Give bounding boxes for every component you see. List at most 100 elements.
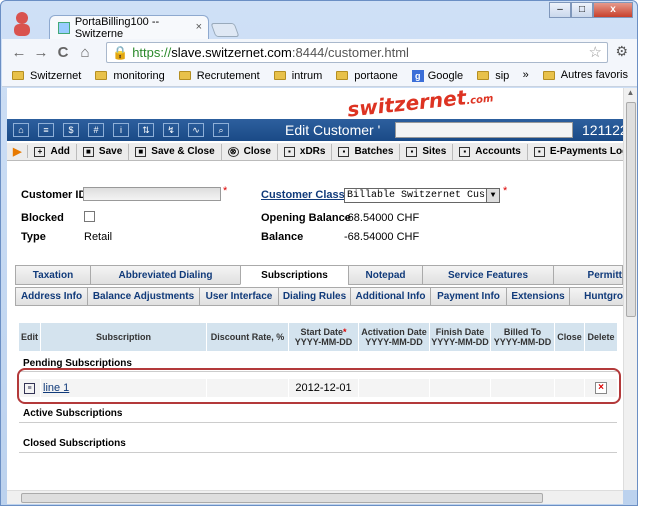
accounts-label: Accounts xyxy=(475,146,521,157)
user-avatar-icon xyxy=(14,12,30,36)
wrench-icon[interactable]: ⚙ xyxy=(615,43,628,60)
star-icon[interactable]: ☆ xyxy=(589,43,602,61)
dollar-nav-icon[interactable]: $ xyxy=(63,123,79,137)
folder-icon xyxy=(178,71,191,80)
bookmark-switzernet[interactable]: Switzernet xyxy=(12,70,81,82)
scroll-thumb[interactable] xyxy=(626,102,636,317)
customer-id-label: Customer ID xyxy=(21,189,87,201)
folder-icon xyxy=(273,71,286,80)
sites-icon: ▪ xyxy=(406,146,418,157)
tab-balance-adjustments[interactable]: Balance Adjustments xyxy=(87,287,200,306)
save-button[interactable]: ■ Save xyxy=(77,143,130,160)
scroll-up-icon[interactable]: ▲ xyxy=(624,88,637,102)
col-finish-date: Finish Date YYYY-MM-DD xyxy=(430,323,491,351)
page-title: Edit Customer ' xyxy=(285,122,381,138)
accounts-button[interactable]: ▪ Accounts xyxy=(453,143,528,160)
customer-class-link[interactable]: Customer Class xyxy=(261,189,345,201)
scroll-thumb[interactable] xyxy=(21,493,543,503)
list-nav-icon[interactable]: ≡ xyxy=(38,123,54,137)
tab-abbreviated-dialing[interactable]: Abbreviated Dialing xyxy=(90,265,241,285)
other-bookmarks[interactable]: Autres favoris xyxy=(561,69,628,81)
sites-button[interactable]: ▪ Sites xyxy=(400,143,454,160)
tab-dialing-rules[interactable]: Dialing Rules xyxy=(278,287,351,306)
address-bar[interactable]: 🔒 https:// slave.switzernet.com :8444/cu… xyxy=(106,42,608,63)
bookmark-portaone[interactable]: portaone xyxy=(336,70,398,82)
close-window-button[interactable]: x xyxy=(593,2,633,18)
tab-huntgroups[interactable]: Huntgro xyxy=(569,287,623,306)
tab-permitted[interactable]: Permitt xyxy=(553,265,623,285)
reload-icon[interactable]: C xyxy=(52,44,74,61)
close-button[interactable]: ⊗ Close xyxy=(222,143,278,160)
grid-nav-icon[interactable]: # xyxy=(88,123,104,137)
tab-close-icon[interactable]: × xyxy=(196,21,202,33)
bookmark-label: Google xyxy=(427,69,464,82)
bookmark-recrutement[interactable]: Recrutement xyxy=(178,70,260,82)
epayments-button[interactable]: ▪ E-Payments Log xyxy=(528,144,623,160)
divider xyxy=(19,422,617,423)
bookmark-intrum[interactable]: intrum xyxy=(273,70,322,82)
xdrs-button[interactable]: ▪ xDRs xyxy=(278,143,333,160)
search-nav-icon[interactable]: ⌕ xyxy=(213,123,229,137)
type-label: Type xyxy=(21,231,46,243)
window-controls: – □ x xyxy=(549,2,633,18)
col-discount: Discount Rate, % xyxy=(207,323,289,351)
bookmarks-bar: Switzernet monitoring Recrutement intrum… xyxy=(2,65,637,87)
bookmark-google[interactable]: g Google xyxy=(411,69,464,82)
required-mark: * xyxy=(223,185,228,197)
chart-nav-icon[interactable]: ∿ xyxy=(188,123,204,137)
url-scheme: https:// xyxy=(132,45,172,60)
tabs-row-1: Taxation Abbreviated Dialing Subscriptio… xyxy=(15,265,623,285)
bookmarks-overflow-button[interactable]: » xyxy=(523,69,529,81)
customer-class-select[interactable]: Billable Switzernet Custo ▼ xyxy=(344,188,500,203)
col-delete: Delete xyxy=(587,332,615,342)
action-toolbar: ▶ + Add ■ Save ■ Save & Close ⊗ Close ▪ xDRs … xyxy=(7,143,623,161)
col-edit: Edit xyxy=(19,323,41,351)
col-subscription: Subscription xyxy=(41,323,207,351)
user-nav-icon[interactable]: i xyxy=(113,123,129,137)
customer-id-field[interactable] xyxy=(83,187,221,201)
forward-icon[interactable]: → xyxy=(30,44,52,61)
home-nav-icon[interactable]: ⌂ xyxy=(13,123,29,137)
add-button[interactable]: + Add xyxy=(28,143,77,160)
tab-service-features[interactable]: Service Features xyxy=(422,265,554,285)
batches-button[interactable]: ▪ Batches xyxy=(332,143,401,160)
new-tab-button[interactable] xyxy=(210,23,240,37)
tab-title: PortaBilling100 -- Switzerne xyxy=(74,15,160,40)
maximize-button[interactable]: □ xyxy=(571,2,593,18)
tab-subscriptions[interactable]: Subscriptions xyxy=(240,265,349,285)
epayments-label: E-Payments Log xyxy=(549,146,623,157)
blocked-checkbox[interactable] xyxy=(84,211,95,222)
tab-additional-info[interactable]: Additional Info xyxy=(350,287,431,306)
grid-header: Edit Subscription Discount Rate, % Start… xyxy=(19,323,617,351)
tab-taxation[interactable]: Taxation xyxy=(15,265,91,285)
closed-subscriptions-title: Closed Subscriptions xyxy=(23,438,126,449)
customer-class-value: Billable Switzernet Custo xyxy=(347,190,498,201)
bookmark-sip[interactable]: sip xyxy=(477,70,509,82)
google-icon: g xyxy=(411,69,424,82)
tab-payment-info[interactable]: Payment Info xyxy=(430,287,507,306)
switzernet-logo: switzernet.com xyxy=(346,88,494,122)
chevron-down-icon: ▼ xyxy=(486,189,499,202)
route-nav-icon[interactable]: ↯ xyxy=(163,123,179,137)
save-icon: ■ xyxy=(82,146,94,157)
tab-notepad[interactable]: Notepad xyxy=(348,265,423,285)
page-content: switzernet.com ⌂ ≡ $ # i ⇅ ↯ ∿ ⌕ Edit Cu… xyxy=(7,88,623,490)
bookmark-monitoring[interactable]: monitoring xyxy=(95,70,165,82)
tab-user-interface[interactable]: User Interface xyxy=(199,287,279,306)
transfer-nav-icon[interactable]: ⇅ xyxy=(138,123,154,137)
tab-address-info[interactable]: Address Info xyxy=(15,287,88,306)
browser-tab[interactable]: PortaBilling100 -- Switzerne × xyxy=(49,15,209,40)
vertical-scrollbar[interactable]: ▲ xyxy=(623,88,637,490)
epayments-icon: ▪ xyxy=(533,146,545,157)
minimize-button[interactable]: – xyxy=(549,2,571,18)
tab-extensions[interactable]: Extensions xyxy=(506,287,570,306)
home-icon[interactable]: ⌂ xyxy=(74,44,96,61)
active-subscriptions-title: Active Subscriptions xyxy=(23,408,123,419)
accounts-icon: ▪ xyxy=(459,146,471,157)
add-label: Add xyxy=(50,146,70,157)
save-close-button[interactable]: ■ Save & Close xyxy=(129,143,222,160)
balance-value: -68.54000 CHF xyxy=(344,231,420,243)
horizontal-scrollbar[interactable] xyxy=(7,490,623,504)
browser-window: PortaBilling100 -- Switzerne × – □ x ← →… xyxy=(0,0,638,506)
back-icon[interactable]: ← xyxy=(8,44,30,61)
